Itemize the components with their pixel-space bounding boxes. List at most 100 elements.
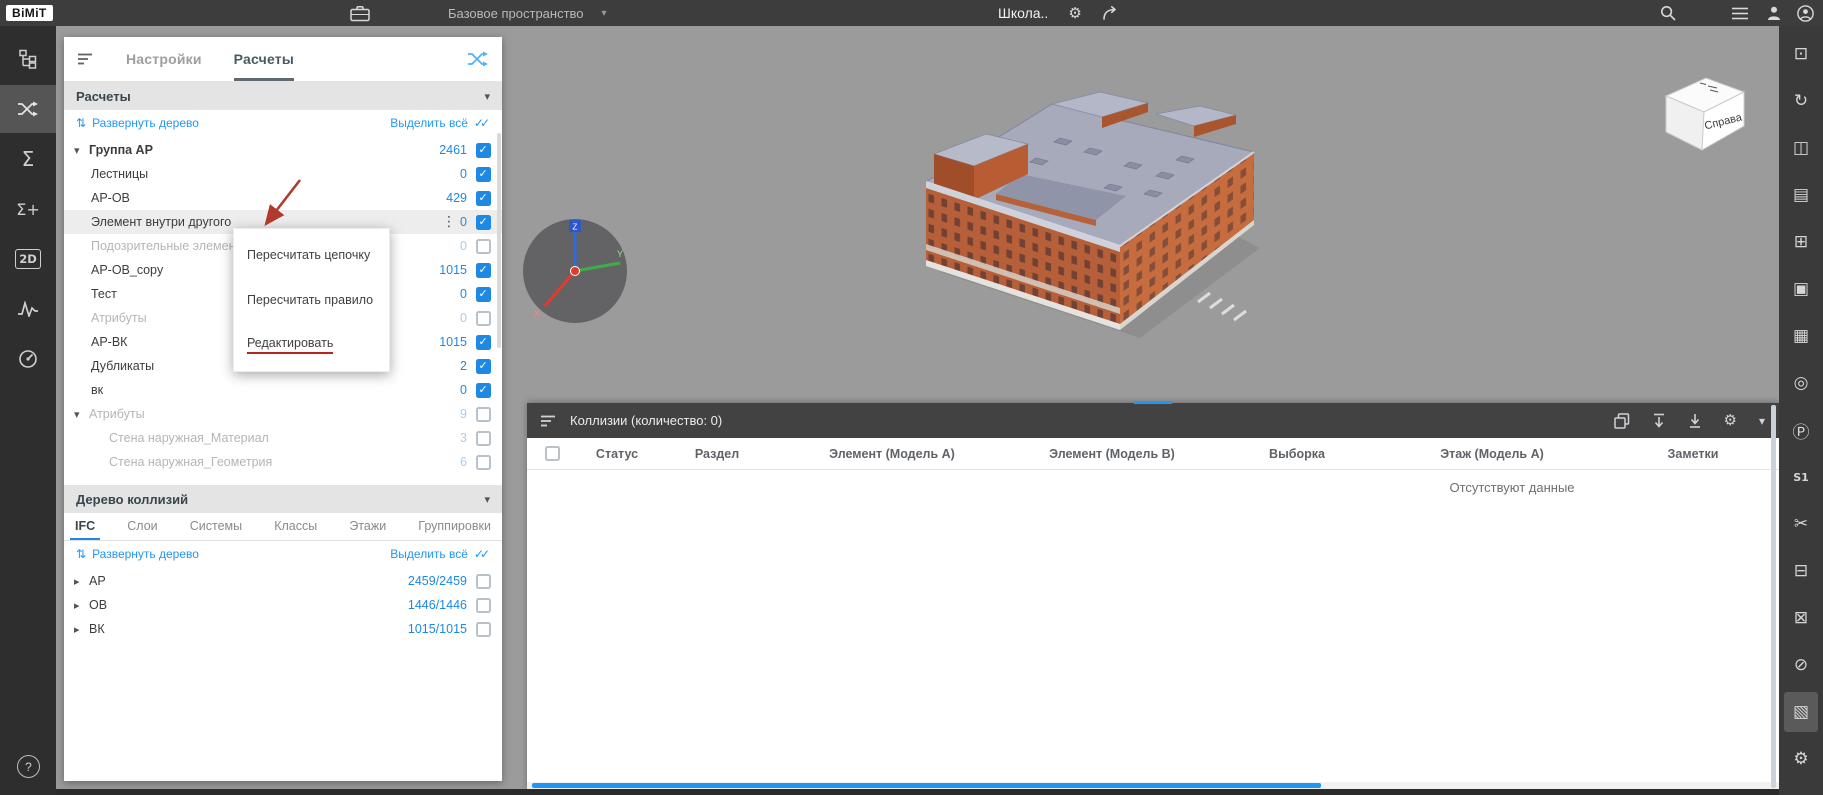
- row-checkbox[interactable]: [476, 407, 491, 422]
- model-tree-icon[interactable]: [0, 35, 56, 83]
- user-icon[interactable]: [1766, 0, 1782, 26]
- collision-tree-row[interactable]: ▸ОВ1446/1446: [64, 593, 502, 617]
- row-checkbox[interactable]: [476, 598, 491, 613]
- sheets-icon[interactable]: ▦: [1784, 316, 1818, 356]
- search-icon[interactable]: [1660, 0, 1676, 26]
- collision-check-icon[interactable]: [0, 85, 56, 133]
- view-cube[interactable]: Справа: [1652, 66, 1752, 161]
- sum-icon[interactable]: Σ: [0, 135, 56, 183]
- caret-icon[interactable]: ▸: [74, 575, 89, 588]
- caret-icon[interactable]: ▾: [74, 144, 89, 157]
- collision-tree-row[interactable]: ▸АР2459/2459: [64, 569, 502, 593]
- navigation-axes-gizmo[interactable]: Z Y X: [520, 216, 630, 329]
- tab-groupings[interactable]: Группировки: [413, 513, 496, 540]
- menu-item-recalc-rule[interactable]: Пересчитать правило: [234, 278, 389, 322]
- row-checkbox[interactable]: [476, 383, 491, 398]
- tab-layers[interactable]: Слои: [122, 513, 162, 540]
- paint-icon[interactable]: ▧: [1784, 692, 1818, 732]
- hide-icon[interactable]: ⊘: [1784, 645, 1818, 685]
- menu-item-edit[interactable]: Редактировать: [234, 323, 389, 367]
- area-select-icon[interactable]: ⊟: [1784, 551, 1818, 591]
- dashboard-icon[interactable]: [0, 335, 56, 383]
- caret-icon[interactable]: ▸: [74, 623, 89, 636]
- account-icon[interactable]: [1797, 0, 1814, 26]
- 3d-building-model[interactable]: [900, 62, 1272, 355]
- tab-calculations[interactable]: Расчеты: [234, 37, 294, 81]
- tab-storeys[interactable]: Этажи: [344, 513, 391, 540]
- tree-row[interactable]: Стена наружная_Материал3: [64, 426, 502, 450]
- panel-scrollbar[interactable]: [497, 133, 501, 348]
- select-all-link[interactable]: Выделить всё ✓✓: [390, 116, 490, 130]
- select-all-link[interactable]: Выделить всё ✓✓: [390, 547, 490, 561]
- capture-view-icon[interactable]: ⊡: [1784, 34, 1818, 74]
- help-button[interactable]: ?: [17, 755, 40, 778]
- import-icon[interactable]: [1652, 413, 1666, 429]
- analytics-icon[interactable]: [0, 285, 56, 333]
- expand-tree-link[interactable]: ⇅ Развернуть дерево: [76, 116, 199, 130]
- collision-tree-row[interactable]: ▸ВК1015/1015: [64, 617, 502, 641]
- grid-measure-icon[interactable]: ⊞: [1784, 222, 1818, 262]
- briefcase-icon[interactable]: [350, 0, 370, 26]
- row-checkbox[interactable]: [476, 239, 491, 254]
- expand-tree-link[interactable]: ⇅ Развернуть дерево: [76, 547, 199, 561]
- calculations-section-header[interactable]: Расчеты ▾: [64, 82, 502, 110]
- tab-ifc[interactable]: IFC: [70, 513, 100, 540]
- collision-tree-section-header[interactable]: Дерево коллизий ▾: [64, 485, 502, 513]
- select-all-checkbox[interactable]: [545, 446, 560, 461]
- table-settings-gear-icon[interactable]: ⚙: [1724, 413, 1737, 428]
- section-cut-icon[interactable]: ✂: [1784, 504, 1818, 544]
- app-logo[interactable]: BiMiT: [6, 0, 53, 26]
- menu-item-recalc-chain[interactable]: Пересчитать цепочку: [234, 233, 389, 277]
- row-checkbox[interactable]: [476, 215, 491, 230]
- tree-row[interactable]: ▾Атрибуты9: [64, 402, 502, 426]
- row-checkbox[interactable]: [476, 287, 491, 302]
- collapse-panel-icon[interactable]: ▾: [1759, 414, 1765, 428]
- select-all-label: Выделить всё: [390, 116, 468, 130]
- isolate-icon[interactable]: ⊠: [1784, 598, 1818, 638]
- project-settings-gear-icon[interactable]: ⚙: [1068, 6, 1081, 21]
- row-checkbox[interactable]: [476, 359, 491, 374]
- panel-menu-icon[interactable]: [78, 53, 94, 65]
- duplicate-icon[interactable]: [1614, 413, 1630, 429]
- vertical-scrollbar[interactable]: [1771, 405, 1776, 788]
- plans-icon[interactable]: Ⓟ: [1784, 410, 1818, 450]
- collisions-shuffle-icon[interactable]: [467, 50, 489, 68]
- tree-row[interactable]: вк0: [64, 378, 502, 402]
- panel-drag-handle[interactable]: [1134, 401, 1172, 404]
- row-checkbox[interactable]: [476, 143, 491, 158]
- storey-icon[interactable]: S1: [1784, 457, 1818, 497]
- row-checkbox[interactable]: [476, 622, 491, 637]
- row-checkbox[interactable]: [476, 574, 491, 589]
- tree-row[interactable]: Стена наружная_Геометрия6: [64, 450, 502, 474]
- row-checkbox[interactable]: [476, 191, 491, 206]
- row-checkbox[interactable]: [476, 311, 491, 326]
- ruler-icon[interactable]: ▤: [1784, 175, 1818, 215]
- caret-icon[interactable]: ▸: [74, 599, 89, 612]
- focus-icon[interactable]: ◎: [1784, 363, 1818, 403]
- tab-classes[interactable]: Классы: [269, 513, 322, 540]
- collisions-menu-icon[interactable]: [541, 415, 557, 427]
- row-checkbox[interactable]: [476, 431, 491, 446]
- tree-row[interactable]: ▾Группа АР2461: [64, 138, 502, 162]
- row-checkbox[interactable]: [476, 167, 491, 182]
- tab-settings[interactable]: Настройки: [126, 37, 202, 81]
- horizontal-scrollbar-thumb[interactable]: [532, 783, 1321, 788]
- settings-icon[interactable]: ⚙: [1784, 739, 1818, 779]
- menu-item-label: Пересчитать правило: [247, 293, 373, 307]
- workspace-selector[interactable]: Базовое пространство ▾: [448, 0, 607, 26]
- menu-list-icon[interactable]: [1732, 0, 1749, 26]
- copy-view-icon[interactable]: ◫: [1784, 128, 1818, 168]
- row-checkbox[interactable]: [476, 335, 491, 350]
- row-checkbox[interactable]: [476, 455, 491, 470]
- sum-plus-icon[interactable]: Σ+: [0, 185, 56, 233]
- tab-systems[interactable]: Системы: [185, 513, 247, 540]
- 2d-view-icon[interactable]: 2D: [0, 235, 56, 283]
- share-icon[interactable]: [1102, 6, 1119, 20]
- section-box-icon[interactable]: ▣: [1784, 269, 1818, 309]
- export-icon[interactable]: [1688, 413, 1702, 429]
- orbit-icon[interactable]: ↻: [1784, 81, 1818, 121]
- row-menu-icon[interactable]: ⋮: [442, 214, 456, 230]
- row-checkbox[interactable]: [476, 263, 491, 278]
- axis-y-label: Y: [617, 249, 623, 259]
- caret-icon[interactable]: ▾: [74, 408, 89, 421]
